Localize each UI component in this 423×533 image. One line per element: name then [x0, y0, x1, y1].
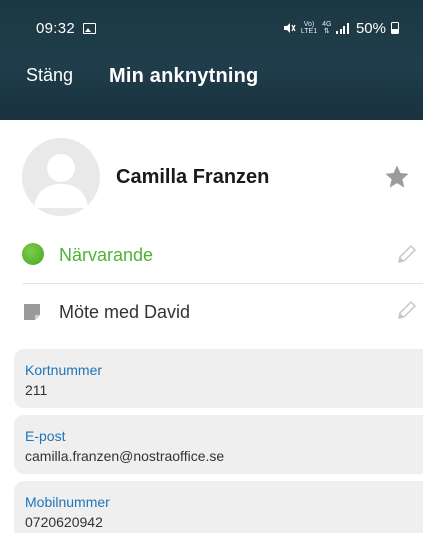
divider — [22, 283, 423, 284]
network-type-label: 4G — [322, 21, 332, 28]
battery-percent: 50% — [355, 19, 386, 37]
contact-name: Camilla Franzen — [116, 166, 270, 188]
email-card[interactable]: E-post camilla.franzen@nostraoffice.se — [14, 415, 423, 474]
network-indicator: Vo) LTE1 — [301, 21, 317, 35]
email-value: camilla.franzen@nostraoffice.se — [25, 448, 225, 464]
presence-row[interactable]: Närvarande — [22, 236, 423, 278]
signal-icon — [336, 22, 349, 34]
status-time: 09:32 — [36, 20, 76, 37]
note-icon — [24, 304, 40, 320]
short-number-card[interactable]: Kortnummer 211 — [14, 349, 423, 408]
status-bar: 09:32 Vo) LTE1 4G ⇅ 50% — [0, 0, 423, 56]
favorite-star-icon[interactable] — [383, 163, 411, 191]
app-bar: Stäng Min anknytning — [0, 56, 423, 120]
status-indicators: Vo) LTE1 4G ⇅ 50% — [282, 19, 399, 37]
presence-status-icon — [22, 243, 44, 265]
mobile-value: 0720620942 — [25, 514, 103, 530]
short-number-value: 211 — [25, 382, 48, 398]
network-volte-label: Vo) — [303, 21, 315, 28]
page-title: Min anknytning — [109, 65, 259, 87]
network-type-indicator: 4G ⇅ — [322, 21, 332, 35]
gallery-icon — [83, 23, 96, 34]
status-message: Möte med David — [59, 302, 191, 322]
edit-presence-pencil-icon[interactable] — [395, 242, 419, 266]
close-button[interactable]: Stäng — [26, 65, 73, 86]
short-number-label: Kortnummer — [25, 362, 103, 378]
edit-message-pencil-icon[interactable] — [395, 298, 419, 322]
battery-icon — [391, 22, 399, 34]
header: 09:32 Vo) LTE1 4G ⇅ 50% Stäng Min anknyt… — [0, 0, 423, 120]
mute-icon — [283, 23, 296, 33]
mobile-card[interactable]: Mobilnummer 0720620942 — [14, 481, 423, 533]
mobile-label: Mobilnummer — [25, 494, 110, 510]
person-icon — [34, 154, 88, 208]
email-label: E-post — [25, 428, 66, 444]
avatar[interactable] — [22, 138, 100, 216]
status-message-row[interactable]: Möte med David — [22, 292, 423, 334]
presence-label: Närvarande — [59, 245, 154, 265]
network-lte-label: LTE1 — [300, 28, 318, 35]
